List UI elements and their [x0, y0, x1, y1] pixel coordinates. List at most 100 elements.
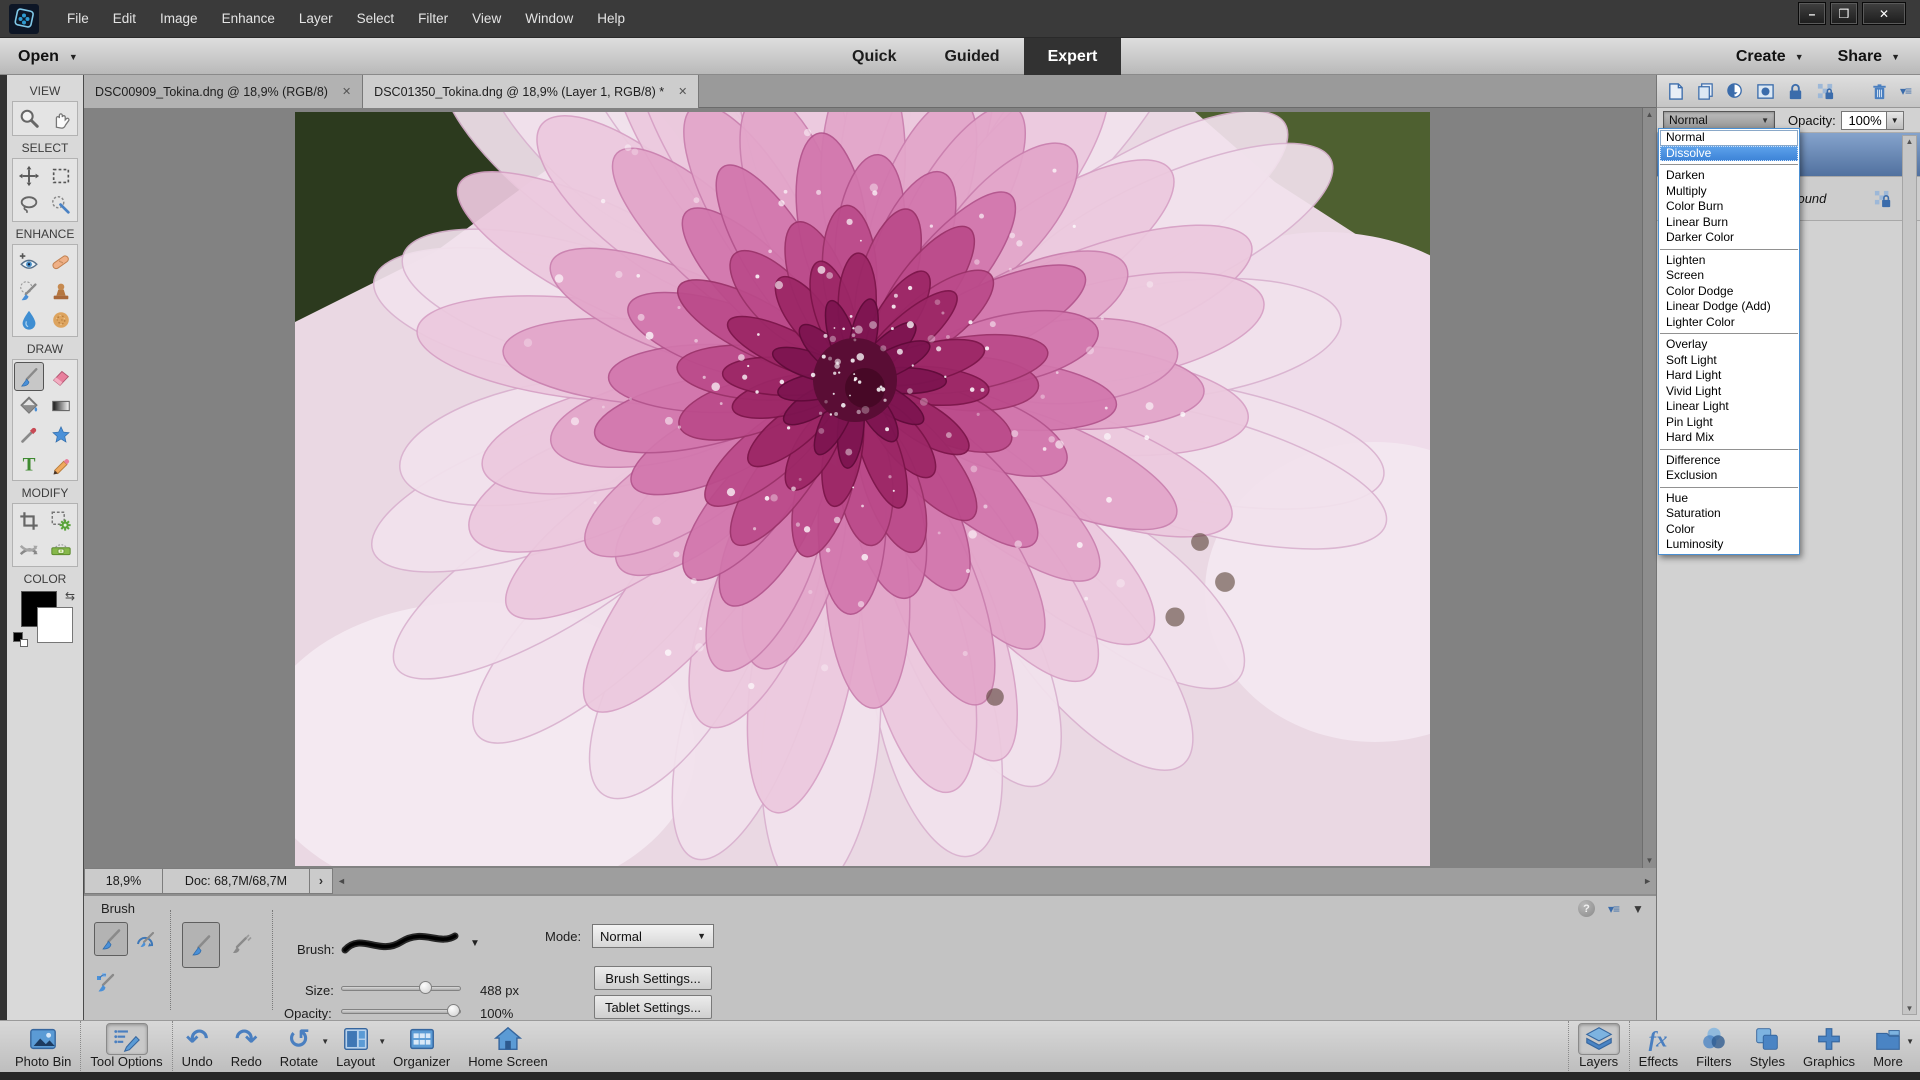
blend-option-vivid-light[interactable]: Vivid Light	[1660, 384, 1798, 400]
brush-mode-button[interactable]	[182, 922, 220, 968]
tool-smart-brush[interactable]	[14, 276, 44, 305]
taskbar-filters-button[interactable]: Filters	[1687, 1021, 1740, 1073]
blend-option-color[interactable]: Color	[1660, 522, 1798, 538]
tool-recompose[interactable]	[46, 506, 76, 535]
lock-all-icon[interactable]	[1786, 82, 1805, 101]
taskbar-layers-button[interactable]: Layers	[1568, 1021, 1630, 1073]
tool-marquee[interactable]	[46, 161, 76, 190]
document-tab-1[interactable]: DSC00909_Tokina.dng @ 18,9% (RGB/8)✕	[84, 75, 363, 108]
taskbar-photo-bin-button[interactable]: Photo Bin	[6, 1021, 80, 1073]
blend-option-lighten[interactable]: Lighten	[1660, 253, 1798, 269]
tool-eraser[interactable]	[46, 362, 76, 391]
scroll-right-arrow[interactable]: ►	[1643, 876, 1652, 886]
blend-option-normal[interactable]: Normal	[1660, 130, 1798, 146]
opacity-slider-knob[interactable]	[447, 1004, 460, 1017]
background-color-swatch[interactable]	[37, 607, 73, 643]
menu-image[interactable]: Image	[148, 0, 210, 38]
tool-eyedropper[interactable]	[14, 420, 44, 449]
blend-option-difference[interactable]: Difference	[1660, 453, 1798, 469]
tool-lasso[interactable]	[14, 190, 44, 219]
tool-brush[interactable]	[14, 362, 44, 391]
blend-mode-select[interactable]: Normal ▼	[1663, 111, 1775, 130]
collapse-panel-icon[interactable]: ▼	[1632, 902, 1644, 916]
blend-option-hard-mix[interactable]: Hard Mix	[1660, 430, 1798, 446]
blend-option-saturation[interactable]: Saturation	[1660, 506, 1798, 522]
more-dropdown-arrow[interactable]: ▼	[1906, 1037, 1914, 1046]
taskbar-organizer-button[interactable]: Organizer	[384, 1021, 459, 1073]
blend-option-soft-light[interactable]: Soft Light	[1660, 353, 1798, 369]
blend-option-multiply[interactable]: Multiply	[1660, 184, 1798, 200]
menu-enhance[interactable]: Enhance	[210, 0, 287, 38]
menu-file[interactable]: File	[55, 0, 101, 38]
adjustment-layer-icon[interactable]	[1726, 82, 1745, 101]
layer-opacity-field[interactable]: 100%	[1841, 111, 1887, 130]
canvas-area[interactable]: ▲ ▼	[84, 108, 1656, 868]
layers-scrollbar[interactable]: ▲ ▼	[1902, 135, 1917, 1015]
color-replacement-brush-variant[interactable]	[92, 968, 120, 996]
open-button[interactable]: Open ▼	[18, 38, 78, 75]
tool-clone-stamp[interactable]	[46, 276, 76, 305]
blend-option-color-dodge[interactable]: Color Dodge	[1660, 284, 1798, 300]
blend-option-linear-light[interactable]: Linear Light	[1660, 399, 1798, 415]
share-button[interactable]: Share▼	[1838, 48, 1900, 66]
menu-window[interactable]: Window	[513, 0, 585, 38]
mode-tab-expert[interactable]: Expert	[1024, 38, 1122, 75]
zoom-level-field[interactable]: 18,9%	[84, 868, 163, 894]
blend-option-screen[interactable]: Screen	[1660, 268, 1798, 284]
new-layer-icon[interactable]	[1666, 82, 1685, 101]
scroll-left-arrow[interactable]: ◄	[337, 876, 346, 886]
document-tab-2[interactable]: DSC01350_Tokina.dng @ 18,9% (Layer 1, RG…	[363, 75, 699, 108]
help-icon[interactable]: ?	[1578, 900, 1595, 917]
blend-option-hue[interactable]: Hue	[1660, 491, 1798, 507]
taskbar-undo-button[interactable]: ↶Undo	[173, 1021, 222, 1073]
taskbar-rotate-button[interactable]: ↺Rotate▼	[271, 1021, 327, 1073]
panel-menu-icon[interactable]: ▾≡	[1608, 902, 1619, 916]
taskbar-effects-button[interactable]: fxEffects	[1630, 1021, 1688, 1073]
default-colors-icon[interactable]	[13, 632, 28, 647]
mode-tab-guided[interactable]: Guided	[920, 38, 1023, 75]
taskbar-layout-button[interactable]: Layout▼	[327, 1021, 384, 1073]
menu-layer[interactable]: Layer	[287, 0, 345, 38]
tool-gradient[interactable]	[46, 391, 76, 420]
blend-option-exclusion[interactable]: Exclusion	[1660, 468, 1798, 484]
tool-move[interactable]	[14, 161, 44, 190]
tool-shape[interactable]	[46, 420, 76, 449]
taskbar-more-button[interactable]: More▼	[1864, 1021, 1912, 1073]
vertical-scrollbar[interactable]: ▲ ▼	[1642, 108, 1656, 868]
scroll-down-arrow[interactable]: ▼	[1643, 854, 1656, 868]
airbrush-mode-button[interactable]	[226, 928, 256, 958]
blend-option-lighter-color[interactable]: Lighter Color	[1660, 315, 1798, 331]
taskbar-home-screen-button[interactable]: Home Screen	[459, 1021, 556, 1073]
tool-pencil[interactable]	[46, 449, 76, 478]
brush-picker-arrow[interactable]: ▼	[470, 938, 480, 949]
blend-option-color-burn[interactable]: Color Burn	[1660, 199, 1798, 215]
taskbar-graphics-button[interactable]: Graphics	[1794, 1021, 1864, 1073]
menu-filter[interactable]: Filter	[406, 0, 460, 38]
taskbar-styles-button[interactable]: Styles	[1741, 1021, 1794, 1073]
tablet-settings-button[interactable]: Tablet Settings...	[594, 995, 712, 1019]
blend-option-hard-light[interactable]: Hard Light	[1660, 368, 1798, 384]
tool-paint-bucket[interactable]	[14, 391, 44, 420]
tool-quick-select[interactable]	[46, 190, 76, 219]
blend-option-linear-dodge-add[interactable]: Linear Dodge (Add)	[1660, 299, 1798, 315]
blend-option-dissolve[interactable]: Dissolve	[1660, 146, 1798, 162]
brush-tool-variant[interactable]	[94, 922, 128, 956]
blend-option-pin-light[interactable]: Pin Light	[1660, 415, 1798, 431]
taskbar-tool-options-button[interactable]: Tool Options	[80, 1021, 172, 1073]
blend-option-linear-burn[interactable]: Linear Burn	[1660, 215, 1798, 231]
close-button[interactable]: ✕	[1862, 2, 1906, 25]
opacity-slider[interactable]	[341, 1004, 461, 1018]
brush-stroke-preview[interactable]	[339, 926, 461, 962]
tool-spot-healing[interactable]	[46, 247, 76, 276]
layers-panel-menu-icon[interactable]: ▾≡	[1900, 84, 1911, 98]
tool-type[interactable]: T	[14, 449, 44, 478]
size-slider[interactable]	[341, 981, 461, 995]
tool-content-move[interactable]	[14, 535, 44, 564]
layer-mask-icon[interactable]	[1756, 82, 1775, 101]
tool-sponge[interactable]	[46, 305, 76, 334]
tool-zoom[interactable]	[14, 104, 44, 133]
blend-option-darken[interactable]: Darken	[1660, 168, 1798, 184]
doc-size-field[interactable]: Doc: 68,7M/68,7M	[163, 868, 310, 894]
horizontal-scrollbar[interactable]: ◄ ►	[333, 868, 1656, 894]
brush-settings-button[interactable]: Brush Settings...	[594, 966, 712, 990]
